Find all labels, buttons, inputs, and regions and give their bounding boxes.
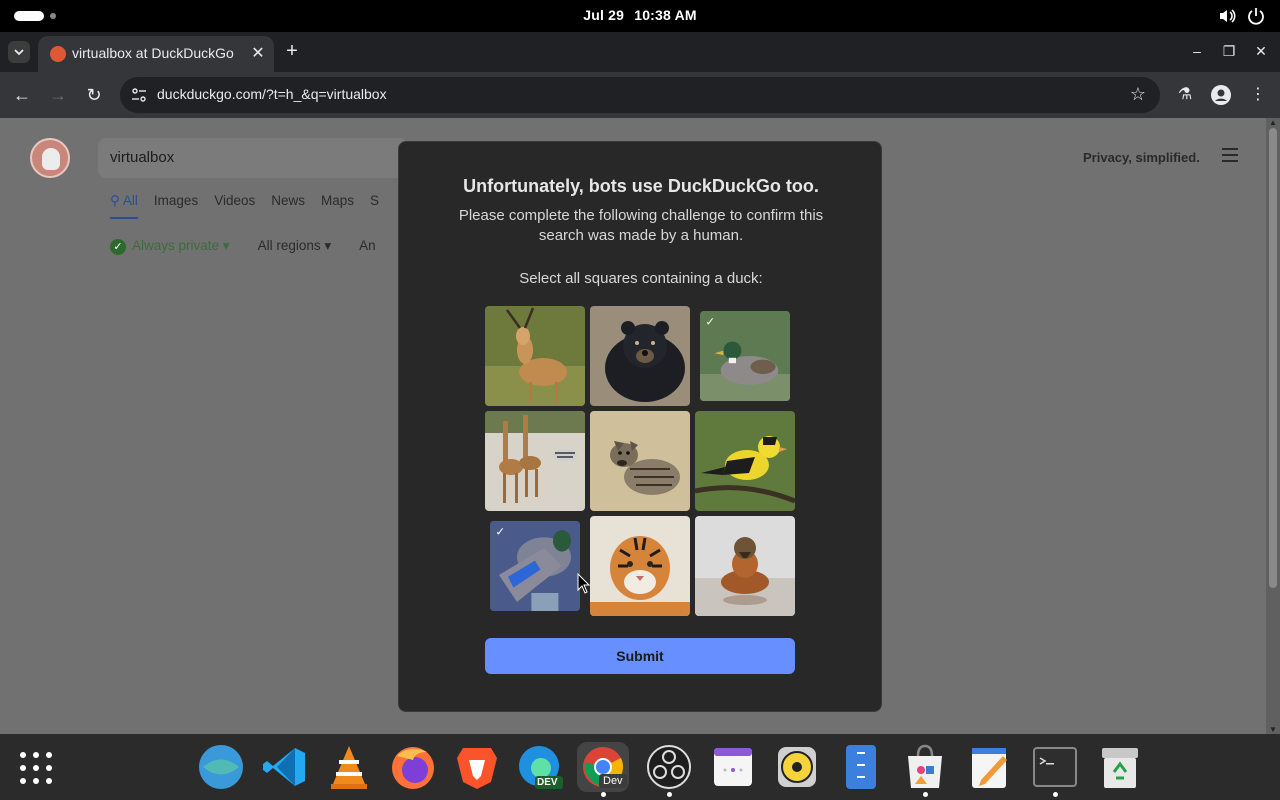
volume-icon[interactable] [1217,6,1237,26]
duckduckgo-logo[interactable] [30,138,70,178]
dock-web-browser-icon[interactable] [195,742,247,792]
challenge-tile-duck-wing[interactable]: ✓ [490,521,580,611]
challenge-tile-giraffes[interactable] [485,411,585,511]
clock-time: 10:38 AM [634,7,697,23]
browser-tab-active[interactable]: virtualbox at DuckDuckGo ✕ [38,36,274,72]
tab-strip: virtualbox at DuckDuckGo ✕ + ‒ ❐ ✕ [0,32,1280,72]
challenge-description: Please complete the following challenge … [458,207,824,244]
system-top-bar: Jul 29 10:38 AM [0,0,1280,32]
chrome-menu-icon[interactable]: ⋮ [1247,84,1269,106]
application-dock: DEV Dev [0,734,1280,800]
browser-toolbar: ← → ↻ duckduckgo.com/?t=h_&q=virtualbox … [0,72,1280,118]
tab-maps[interactable]: Maps [321,193,354,219]
challenge-prompt: Select all squares containing a duck: [519,270,763,287]
power-icon[interactable] [1246,6,1266,26]
url-text: duckduckgo.com/?t=h_&q=virtualbox [157,86,387,102]
hamburger-menu-icon[interactable] [1222,148,1238,162]
chevron-down-icon [14,49,24,56]
check-icon: ✓ [110,239,126,255]
dock-terminal-icon[interactable] [1029,742,1081,797]
dock-edge-dev-icon[interactable]: DEV [515,742,567,792]
tab-title: virtualbox at DuckDuckGo [72,45,234,61]
tab-search-button[interactable] [8,41,30,63]
duckduckgo-favicon-icon [50,46,66,62]
search-input[interactable]: virtualbox [98,138,408,178]
dock-files-icon[interactable] [835,742,887,792]
dock-software-icon[interactable] [899,742,951,797]
chrome-dev-badge: Dev [603,775,623,787]
dock-rhythmbox-icon[interactable] [771,742,823,792]
challenge-tile-antelope[interactable] [485,306,585,406]
challenge-tile-goldfinch[interactable] [695,411,795,511]
dock-vlc-icon[interactable] [323,742,375,792]
selected-check-icon: ✓ [705,314,716,329]
dock-trash-icon[interactable] [1094,742,1146,792]
dock-calendar-icon[interactable] [707,742,759,792]
filter-always-private[interactable]: ✓ Always private ▾ [110,238,230,255]
tab-all[interactable]: ⚲ All [110,193,138,219]
tab-images[interactable]: Images [154,193,198,219]
new-tab-button[interactable]: + [282,41,302,61]
search-query-text: virtualbox [110,149,175,166]
dock-vscode-icon[interactable] [259,742,311,792]
page-scrollbar[interactable]: ▲ ▼ [1266,118,1280,734]
minimize-button[interactable]: ‒ [1188,42,1206,60]
close-window-button[interactable]: ✕ [1252,42,1270,60]
tab-news[interactable]: News [271,193,305,219]
challenge-tile-tiger[interactable] [590,516,690,616]
challenge-tile-mallard-duck[interactable]: ✓ [700,311,790,401]
challenge-title: Unfortunately, bots use DuckDuckGo too. [463,176,819,196]
scroll-thumb[interactable] [1269,128,1277,588]
tab-videos[interactable]: Videos [214,193,255,219]
tab-close-icon[interactable]: ✕ [248,44,268,64]
bookmark-star-icon[interactable]: ☆ [1130,84,1146,105]
profile-icon[interactable] [1210,84,1232,106]
show-apps-grid-icon[interactable] [20,752,52,784]
mouse-cursor-icon [577,573,591,594]
labs-flask-icon[interactable]: ⚗ [1174,84,1196,106]
search-filters: ✓ Always private ▾ All regions ▾ An [110,238,376,255]
forward-button[interactable]: → [47,84,69,106]
maximize-button[interactable]: ❐ [1220,42,1238,60]
edge-dev-badge: DEV [537,777,558,788]
dock-text-editor-icon[interactable] [963,742,1015,792]
search-nav-tabs: ⚲ All Images Videos News Maps S [110,193,379,219]
clock[interactable]: Jul 29 10:38 AM [0,7,1280,23]
scroll-up-arrow-icon[interactable]: ▲ [1269,118,1277,127]
challenge-tile-duckling[interactable] [695,516,795,616]
reload-button[interactable]: ↻ [83,84,105,106]
clock-date: Jul 29 [583,7,625,23]
selected-check-icon: ✓ [495,524,506,539]
privacy-tagline: Privacy, simplified. [1083,150,1200,165]
bot-challenge-modal: Unfortunately, bots use DuckDuckGo too. … [398,141,882,712]
filter-regions[interactable]: All regions ▾ [258,238,332,255]
scroll-down-arrow-icon[interactable]: ▼ [1269,725,1277,734]
address-bar[interactable]: duckduckgo.com/?t=h_&q=virtualbox ☆ [120,77,1160,113]
dock-chrome-dev-icon[interactable]: Dev [577,742,629,797]
submit-button[interactable]: Submit [485,638,795,674]
site-info-icon[interactable] [130,86,148,104]
challenge-tile-bear[interactable] [590,306,690,406]
challenge-tile-hyena[interactable] [590,411,690,511]
back-button[interactable]: ← [11,84,33,106]
dock-firefox-icon[interactable] [387,742,439,792]
dock-obs-icon[interactable] [643,742,695,797]
filter-any-time[interactable]: An [359,238,376,255]
dock-brave-icon[interactable] [451,742,503,792]
tab-shopping[interactable]: S [370,193,379,219]
